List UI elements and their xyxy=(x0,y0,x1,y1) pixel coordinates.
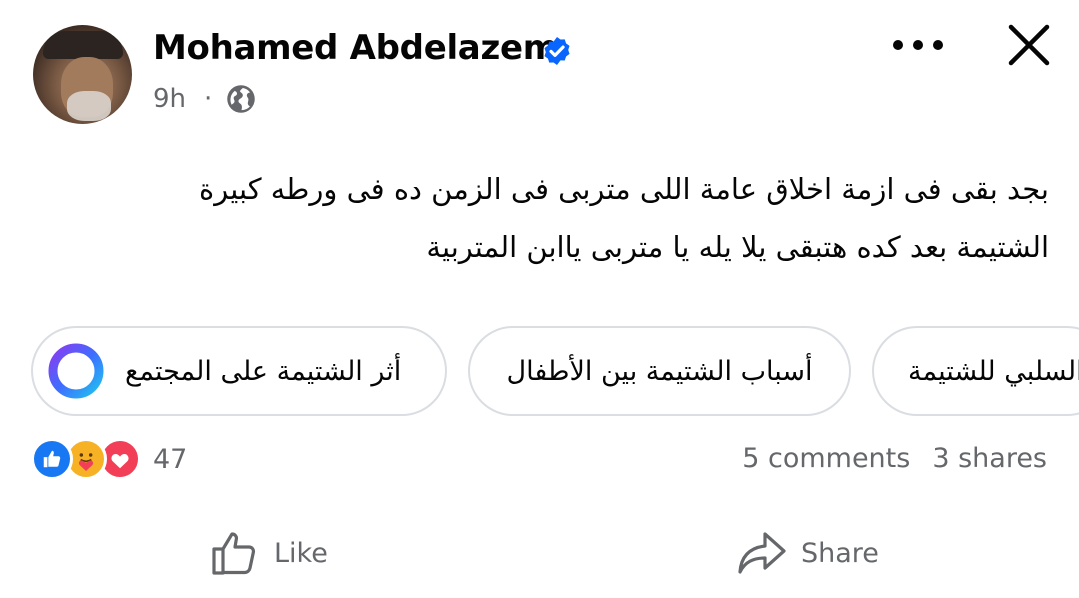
close-icon[interactable] xyxy=(1006,22,1052,68)
suggestion-label: أثر الشتيمة على المجتمع xyxy=(125,355,402,387)
author-name[interactable]: Mohamed Abdelazem xyxy=(153,28,558,68)
post-line-1: بجد بقى فى ازمة اخلاق عامة اللى متربى فى… xyxy=(199,172,1049,206)
suggestion-chip-impact[interactable]: أثر الشتيمة على المجتمع xyxy=(31,326,447,416)
suggestion-label: السلبي للشتيمة xyxy=(908,355,1079,387)
suggestion-chip-causes[interactable]: أسباب الشتيمة بين الأطفال xyxy=(468,326,851,416)
suggestion-chip-negative[interactable]: السلبي للشتيمة xyxy=(872,326,1079,416)
like-button[interactable]: Like xyxy=(210,528,328,578)
post-time[interactable]: 9h xyxy=(153,84,186,114)
post-text: بجد بقى فى ازمة اخلاق عامة اللى متربى فى… xyxy=(59,160,1049,276)
reaction-count: 47 xyxy=(153,443,188,475)
suggestion-label: أسباب الشتيمة بين الأطفال xyxy=(506,355,813,387)
avatar[interactable] xyxy=(33,25,132,124)
post-line-2: الشتيمة بعد كده هتبقى يلا يله يا متربى ي… xyxy=(426,230,1049,264)
share-label: Share xyxy=(801,537,879,569)
like-label: Like xyxy=(274,537,328,569)
verified-badge-icon xyxy=(544,37,570,65)
share-icon xyxy=(738,532,786,574)
avatar-hat xyxy=(43,31,123,59)
like-reaction-icon xyxy=(31,438,73,480)
comments-count[interactable]: 5 comments xyxy=(742,443,910,474)
like-icon xyxy=(212,532,256,575)
meta-ai-icon xyxy=(48,343,104,399)
post-meta: 9h · xyxy=(153,84,256,114)
share-button[interactable]: Share xyxy=(737,528,879,578)
more-options-icon[interactable] xyxy=(891,38,945,52)
shares-count[interactable]: 3 shares xyxy=(932,443,1047,474)
meta-separator: · xyxy=(204,84,213,114)
globe-icon xyxy=(227,85,256,113)
reactions-summary[interactable]: 47 xyxy=(31,438,187,480)
post-stats: 5 comments 3 shares xyxy=(742,443,1047,474)
avatar-beard xyxy=(67,91,111,121)
